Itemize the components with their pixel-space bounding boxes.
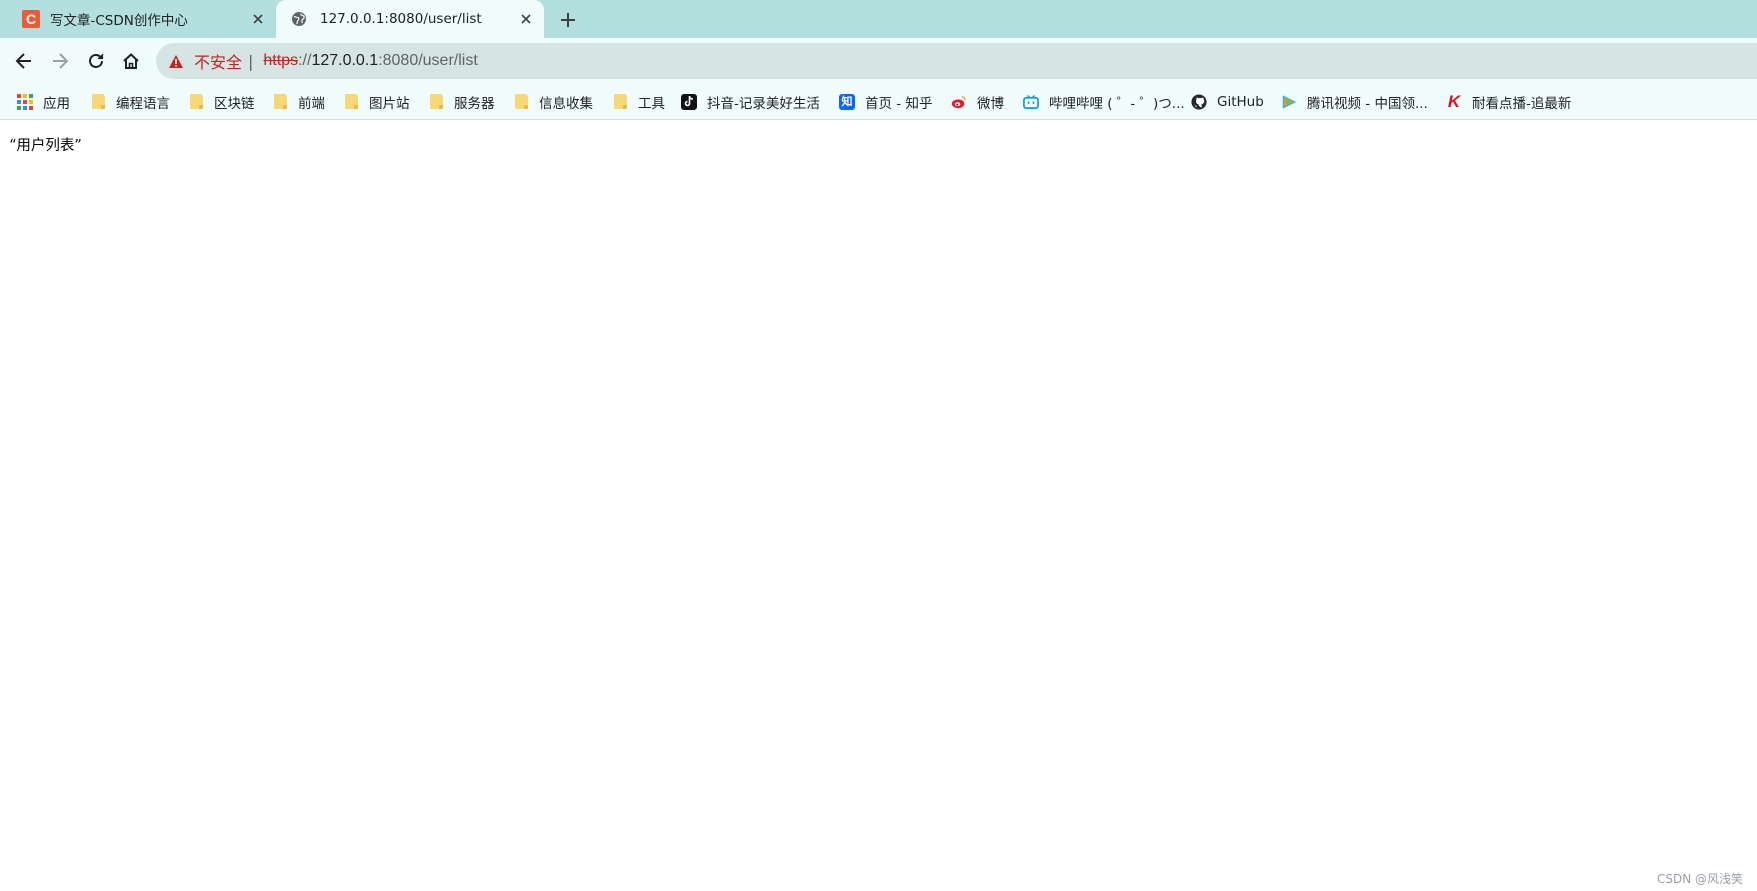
bookmark-label: 抖音-记录美好生活	[707, 95, 820, 112]
bookmark-label: 哔哩哔哩 ( ゜- ゜)つ...	[1049, 95, 1185, 112]
bookmark-label: 应用	[43, 95, 70, 112]
bookmark-folder-tools[interactable]: 工具	[612, 84, 665, 119]
omnibox-separator: |	[248, 51, 254, 71]
page-body-text: “用户列表”	[9, 138, 82, 154]
tab-user-list[interactable]: 127.0.0.1:8080/user/list	[276, 0, 544, 38]
tab-strip: C 写文章-CSDN创作中心 127.0.0.1:8080/user/list	[0, 0, 1757, 38]
reload-icon	[89, 54, 104, 68]
new-tab-button[interactable]	[556, 8, 580, 32]
apps-grid-icon	[17, 93, 33, 110]
home-icon	[123, 53, 139, 69]
bookmark-tencent-video[interactable]: 腾讯视频 - 中国领...	[1281, 84, 1428, 119]
tencent-video-icon	[1281, 94, 1297, 110]
bookmark-douyin[interactable]: 抖音-记录美好生活	[681, 84, 820, 119]
weibo-icon	[951, 94, 967, 110]
bookmark-label: 信息收集	[539, 95, 593, 112]
csdn-icon: C	[22, 10, 40, 28]
close-icon[interactable]	[516, 9, 536, 29]
bookmark-bilibili[interactable]: 哔哩哔哩 ( ゜- ゜)つ...	[1023, 84, 1185, 119]
bookmarks-bar: 应用 编程语言 区块链 前端 图片站 服务器 信息收集 工具 抖音-记录美好生活	[0, 84, 1757, 120]
bookmark-label: 服务器	[454, 95, 495, 112]
douyin-icon	[681, 93, 697, 110]
tab-title: 写文章-CSDN创作中心	[50, 13, 188, 29]
url-host: 127.0.0.1	[311, 52, 379, 69]
bookmark-apps[interactable]: 应用	[17, 84, 70, 119]
folder-icon	[513, 94, 529, 110]
bookmark-folder-servers[interactable]: 服务器	[428, 84, 495, 119]
back-button[interactable]	[8, 45, 40, 77]
bookmark-label: 图片站	[369, 95, 410, 112]
bookmark-folder-frontend[interactable]: 前端	[272, 84, 325, 119]
bookmark-folder-recon[interactable]: 信息收集	[513, 84, 593, 119]
url-scheme: https	[263, 52, 299, 69]
reload-button[interactable]	[80, 45, 112, 77]
globe-icon	[290, 10, 308, 28]
folder-icon	[90, 94, 106, 110]
zhihu-icon: 知	[839, 93, 855, 110]
address-bar[interactable]: 不安全 | https://127.0.0.1:8080/user/list	[156, 43, 1757, 79]
bookmark-github[interactable]: GitHub	[1191, 84, 1264, 119]
naikan-icon: K	[1447, 91, 1461, 111]
bilibili-icon	[1023, 94, 1039, 110]
folder-icon	[188, 94, 204, 110]
url-scheme-sep: ://	[298, 52, 312, 69]
tab-title: 127.0.0.1:8080/user/list	[320, 11, 482, 27]
bookmark-label: 编程语言	[116, 95, 170, 112]
bookmark-label: 工具	[638, 95, 665, 112]
browser-toolbar: 不安全 | https://127.0.0.1:8080/user/list	[0, 38, 1757, 84]
forward-button[interactable]	[44, 45, 76, 77]
csdn-watermark: CSDN @风浅笑	[1656, 872, 1743, 886]
tab-csdn[interactable]: C 写文章-CSDN创作中心	[0, 0, 276, 38]
plus-icon	[561, 13, 575, 27]
url-path: :8080/user/list	[378, 52, 478, 69]
folder-icon	[272, 94, 288, 110]
folder-icon	[612, 94, 628, 110]
home-button[interactable]	[115, 45, 147, 77]
bookmark-zhihu[interactable]: 知 首页 - 知乎	[839, 84, 932, 119]
bookmark-label: 微博	[977, 95, 1004, 112]
bookmark-folder-blockchain[interactable]: 区块链	[188, 84, 255, 119]
bookmark-folder-programming[interactable]: 编程语言	[90, 84, 170, 119]
bookmark-label: 耐看点播-追最新	[1472, 95, 1572, 112]
close-icon[interactable]	[248, 9, 268, 29]
bookmark-weibo[interactable]: 微博	[951, 84, 1004, 119]
url-text[interactable]: https://127.0.0.1:8080/user/list	[263, 52, 477, 70]
bookmark-folder-images[interactable]: 图片站	[343, 84, 410, 119]
github-icon	[1191, 93, 1207, 110]
bookmark-naikan[interactable]: K 耐看点播-追最新	[1446, 84, 1572, 119]
folder-icon	[343, 94, 359, 110]
bookmark-label: 首页 - 知乎	[865, 95, 933, 112]
bookmark-label: 前端	[298, 95, 325, 112]
arrow-right-icon	[53, 53, 69, 69]
bookmark-label: GitHub	[1217, 93, 1264, 110]
folder-icon	[428, 94, 444, 110]
bookmark-label: 腾讯视频 - 中国领...	[1307, 95, 1428, 112]
bookmark-label: 区块链	[214, 95, 255, 112]
warning-icon[interactable]	[168, 53, 184, 69]
security-status[interactable]: 不安全	[194, 49, 242, 73]
arrow-left-icon	[15, 53, 31, 69]
